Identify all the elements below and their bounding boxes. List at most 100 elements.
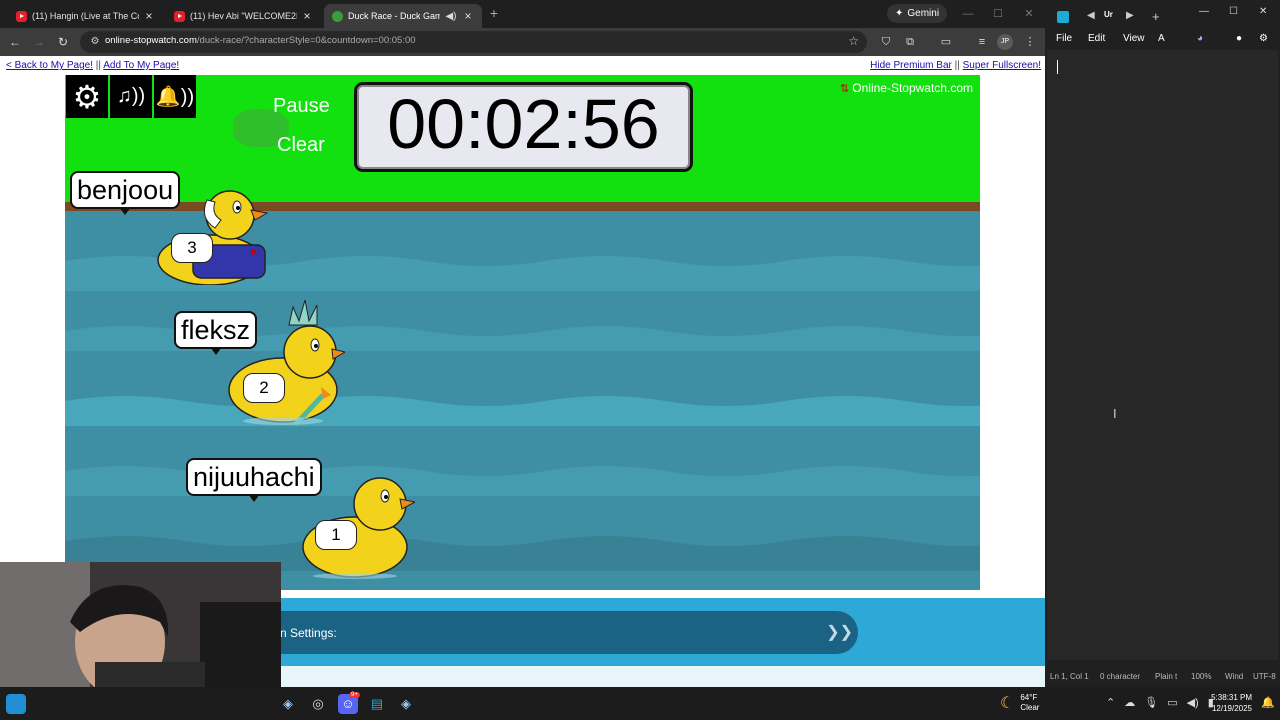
up-down-arrows-icon: ⇅ <box>840 82 850 95</box>
clear-button[interactable]: Clear <box>277 134 325 157</box>
more-menu-icon[interactable]: ⋮ <box>1022 34 1038 50</box>
tab-title: (11) Hev Abi "WELCOME2D <box>190 11 297 21</box>
minimize-icon[interactable]: — <box>1199 6 1209 17</box>
racer-number-badge: 1 <box>315 520 357 550</box>
menu-view[interactable]: View <box>1123 33 1145 44</box>
encoding[interactable]: UTF-8 <box>1253 672 1276 681</box>
settings-dropdown[interactable]: n Settings: ❯❯ <box>263 611 858 654</box>
obs-icon[interactable]: ◎ <box>308 694 328 714</box>
copilot-icon[interactable]: ◕ <box>1197 33 1203 44</box>
gemini-label: Gemini <box>907 8 940 19</box>
menu-file[interactable]: File <box>1056 33 1072 44</box>
tab-strip: (11) Hangin (Live at The Cozy C × (11) H… <box>0 0 1045 28</box>
tab-youtube-hev-abi[interactable]: (11) Hev Abi "WELCOME2D × <box>166 4 321 28</box>
notepad-taskbar-icon[interactable]: ▤ <box>367 694 387 714</box>
site-info-icon[interactable]: ⚙ <box>88 35 102 49</box>
notepad-window: ◀ Ur ▶ + — ☐ ✕ File Edit View A ◕ ● ⚙ I … <box>1045 0 1280 687</box>
character-count: 0 character <box>1100 672 1141 681</box>
volume-icon[interactable]: ◀) <box>1187 696 1199 709</box>
sparkle-icon: ✦ <box>895 8 904 19</box>
close-icon[interactable]: × <box>143 9 155 23</box>
url-text: online-stopwatch.com/duck-race/?characte… <box>105 35 416 46</box>
youtube-icon <box>16 10 27 22</box>
steam-icon[interactable]: ◈ <box>396 694 416 714</box>
account-icon[interactable]: ● <box>1236 33 1242 44</box>
shield-extension-icon[interactable]: ⛉ <box>878 34 894 50</box>
game-controls: ⚙ ♫)) 🔔)) <box>66 75 196 118</box>
site-brand[interactable]: ⇅ Online-Stopwatch.com <box>840 81 973 95</box>
bookmark-star-icon[interactable]: ☆ <box>848 34 859 48</box>
menu-edit[interactable]: Edit <box>1088 33 1105 44</box>
settings-gear-icon[interactable]: ⚙ <box>1259 33 1268 44</box>
app-icon[interactable] <box>6 694 26 714</box>
maximize-icon[interactable]: ☐ <box>990 6 1006 22</box>
mouse-cursor-icon: I <box>1113 406 1117 421</box>
cursor-position: Ln 1, Col 1 <box>1050 672 1089 681</box>
chevron-up-icon[interactable]: ⌃ <box>1106 696 1115 709</box>
weather-widget[interactable]: ☾ 64°F Clear <box>1000 693 1039 713</box>
notepad-text-area[interactable]: I <box>1047 50 1278 660</box>
settings-gear-icon[interactable]: ⚙ <box>66 75 108 118</box>
cast-icon[interactable]: ▭ <box>938 34 954 50</box>
clock-date: 12/19/2025 <box>1211 704 1252 713</box>
alarm-sound-icon[interactable]: 🔔)) <box>154 75 196 118</box>
discord-badge: 9+ <box>349 692 360 698</box>
notepad-icon <box>1057 11 1069 23</box>
tab-title: (11) Hangin (Live at The Cozy C <box>32 11 139 21</box>
text-caret <box>1057 60 1058 74</box>
gemini-button[interactable]: ✦ Gemini <box>887 4 948 23</box>
youtube-icon <box>174 10 185 22</box>
close-icon[interactable]: × <box>301 9 313 23</box>
music-toggle-icon[interactable]: ♫)) <box>110 75 152 118</box>
speaker-icon[interactable]: ◀) <box>444 11 458 22</box>
browser-window: (11) Hangin (Live at The Cozy C × (11) H… <box>0 0 1045 687</box>
system-clock[interactable]: 5:38:31 PM 12/19/2025 <box>1208 692 1252 714</box>
profile-avatar[interactable]: JP <box>997 34 1013 50</box>
tab-scroll-right-icon[interactable]: ▶ <box>1126 10 1134 21</box>
text-format[interactable]: Plain t <box>1155 672 1177 681</box>
notepad-statusbar: Ln 1, Col 1 0 character Plain t 100% Win… <box>1045 671 1280 684</box>
forward-arrow-icon[interactable]: → <box>31 34 47 50</box>
back-arrow-icon[interactable]: ← <box>7 34 23 50</box>
clock-time: 5:38:31 PM <box>1211 693 1252 702</box>
tab-youtube-hangin[interactable]: (11) Hangin (Live at The Cozy C × <box>8 4 163 28</box>
onedrive-icon[interactable]: ☁ <box>1124 696 1135 709</box>
pause-button[interactable]: Pause <box>273 95 330 118</box>
super-fullscreen-link[interactable]: Super Fullscreen! <box>963 60 1041 71</box>
close-icon[interactable]: × <box>462 9 474 23</box>
chevron-down-icon: ❯❯ <box>826 624 853 641</box>
tab-duck-race[interactable]: Duck Race - Duck Games ◀) × <box>324 4 482 28</box>
steam-icon[interactable]: ◈ <box>278 694 298 714</box>
back-to-my-page-link[interactable]: < Back to My Page! <box>6 60 93 71</box>
hide-premium-bar-link[interactable]: Hide Premium Bar <box>870 60 952 71</box>
minimize-icon[interactable]: — <box>960 6 976 22</box>
reload-icon[interactable]: ↻ <box>55 34 71 50</box>
webcam-overlay <box>0 562 281 687</box>
new-tab-button[interactable]: + <box>1152 9 1160 24</box>
microphone-icon[interactable]: 🎙 <box>1144 696 1158 709</box>
tab-title: Duck Race - Duck Games <box>348 11 440 21</box>
network-icon[interactable]: ▭ <box>1167 696 1177 709</box>
racer-number-badge: 3 <box>171 233 213 263</box>
media-controls-icon[interactable]: ≡ <box>974 34 990 50</box>
premium-bar: < Back to My Page! || Add To My Page! Hi… <box>6 60 1041 71</box>
notepad-tab[interactable]: Ur <box>1104 10 1113 19</box>
settings-label: n Settings: <box>280 626 337 640</box>
extensions-puzzle-icon[interactable]: ⧉ <box>902 34 918 50</box>
browser-toolbar: ← → ↻ ⚙ online-stopwatch.com/duck-race/?… <box>0 28 1045 56</box>
line-ending[interactable]: Wind <box>1225 672 1243 681</box>
add-to-my-page-link[interactable]: Add To My Page! <box>103 60 179 71</box>
zoom-level[interactable]: 100% <box>1191 672 1211 681</box>
notepad-menubar: File Edit View A ◕ ● ⚙ <box>1045 31 1280 47</box>
new-tab-button[interactable]: + <box>486 5 502 23</box>
weather-temp: 64°F <box>1020 693 1038 702</box>
tab-scroll-left-icon[interactable]: ◀ <box>1087 10 1095 21</box>
address-bar[interactable]: ⚙ online-stopwatch.com/duck-race/?charac… <box>80 31 867 53</box>
maximize-icon[interactable]: ☐ <box>1229 6 1238 17</box>
duck-race-game[interactable]: ⚙ ♫)) 🔔)) Pause Clear 00:02:56 ⇅ Online-… <box>65 75 980 590</box>
duck-icon <box>157 190 269 285</box>
notification-bell-icon[interactable]: 🔔 <box>1261 696 1275 709</box>
close-window-icon[interactable]: ✕ <box>1021 6 1037 22</box>
close-icon[interactable]: ✕ <box>1259 6 1267 17</box>
text-format-icon[interactable]: A <box>1158 33 1165 44</box>
